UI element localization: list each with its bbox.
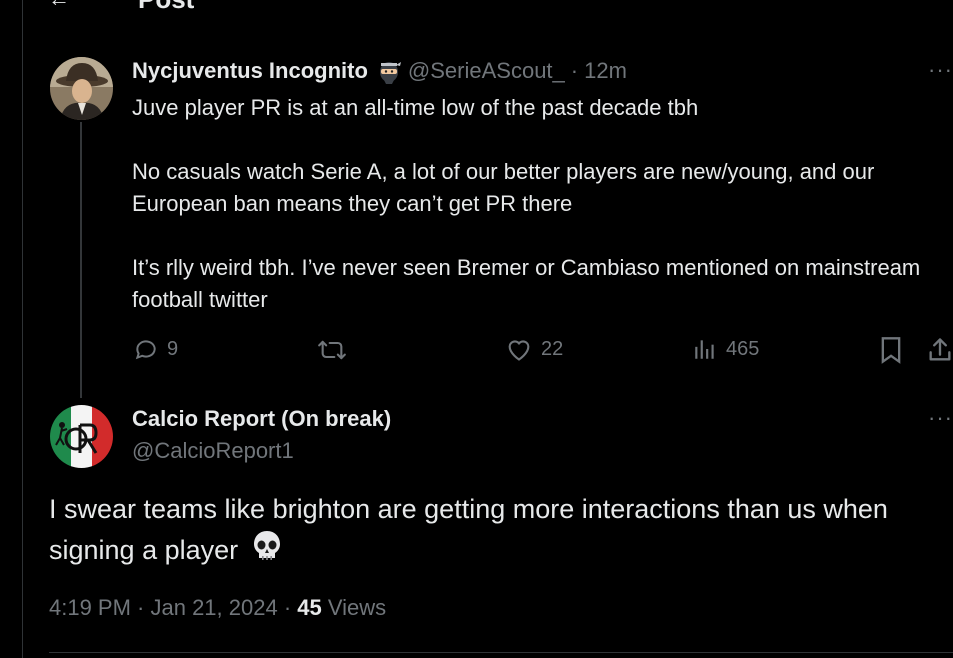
reply-count: 9 <box>167 337 179 360</box>
parent-post-header: Nycjuventus Incognito @SerieAScout_ · 12… <box>132 58 627 84</box>
heart-icon <box>508 340 530 361</box>
post-header: ← Post <box>0 0 953 16</box>
arrow-left-icon[interactable]: ← <box>48 0 70 12</box>
author-handle[interactable]: @SerieAScout_ <box>408 58 565 84</box>
parent-post-text: Juve player PR is at an all-time low of … <box>132 92 932 316</box>
share-button[interactable] <box>926 336 953 364</box>
divider <box>49 652 953 653</box>
like-button[interactable]: 22 <box>505 336 563 362</box>
post-metadata: 4:19 PM · Jan 21, 2024 · 45 Views <box>49 595 386 621</box>
avatar[interactable] <box>50 405 113 468</box>
reply-button[interactable]: 9 <box>133 336 178 362</box>
bookmark-button[interactable] <box>878 336 904 364</box>
column-border <box>22 0 23 658</box>
views-label: Views <box>327 595 387 620</box>
page-title: Post <box>138 0 194 15</box>
thread-connector <box>80 122 82 398</box>
repost-icon <box>318 340 346 360</box>
bookmark-icon <box>881 337 901 364</box>
main-post-text: I swear teams like brighton are getting … <box>49 490 939 574</box>
avatar[interactable] <box>50 57 113 120</box>
post-paragraph: Juve player PR is at an all-time low of … <box>132 95 699 120</box>
views-count: 45 <box>297 595 322 620</box>
analytics-icon <box>695 340 714 359</box>
share-icon <box>929 338 951 361</box>
post-paragraph: It’s rlly weird tbh. I’ve never seen Bre… <box>132 255 921 312</box>
more-options-icon[interactable]: ··· <box>925 59 953 81</box>
separator: · <box>570 58 579 83</box>
author-name[interactable]: Nycjuventus Incognito <box>132 58 368 84</box>
like-count: 22 <box>541 337 564 360</box>
post-time[interactable]: 12m <box>584 58 627 84</box>
author-name[interactable]: Calcio Report (On break) <box>132 406 391 432</box>
post-body: I swear teams like brighton are getting … <box>49 494 888 565</box>
author-handle[interactable]: @CalcioReport1 <box>132 438 294 464</box>
post-paragraph: No casuals watch Serie A, a lot of our b… <box>132 159 875 216</box>
skull-emoji-icon <box>250 529 284 574</box>
ninja-emoji-icon <box>376 58 402 84</box>
more-options-icon[interactable]: ··· <box>925 407 953 429</box>
post-timestamp[interactable]: 4:19 PM · Jan 21, 2024 · <box>49 595 291 620</box>
repost-button[interactable] <box>315 336 357 364</box>
views-button[interactable]: 465 <box>692 336 759 362</box>
reply-icon <box>135 340 156 360</box>
view-count: 465 <box>726 337 760 360</box>
